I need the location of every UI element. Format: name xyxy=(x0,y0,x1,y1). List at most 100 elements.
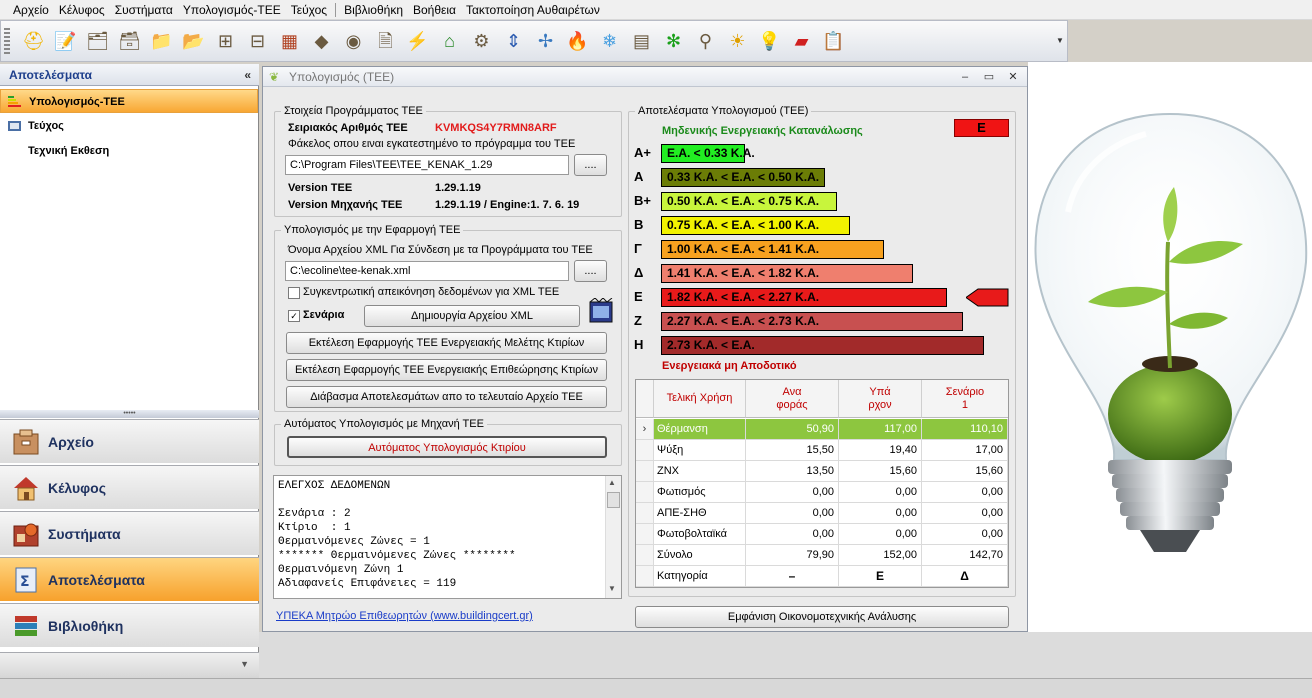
row-selector[interactable] xyxy=(636,482,654,502)
read-results-button[interactable]: Διάβασμα Αποτελεσμάτων απο το τελευταίο … xyxy=(286,386,607,408)
row-selector[interactable] xyxy=(636,440,654,460)
version-label: Version ΤΕΕ xyxy=(288,182,353,194)
menu-calc-tee[interactable]: Υπολογισμός-ΤΕΕ xyxy=(178,0,286,20)
film-icon[interactable] xyxy=(589,297,613,324)
folder-brick-icon[interactable]: 📂 xyxy=(179,27,208,56)
toolbar-overflow-icon[interactable]: ▼ xyxy=(1056,36,1064,45)
house-heat-icon[interactable]: ⌂ xyxy=(435,27,464,56)
economic-analysis-button[interactable]: Εμφάνιση Οικονομοτεχνικής Ανάλυσης xyxy=(635,606,1009,628)
log-scrollbar[interactable]: ▲ ▼ xyxy=(605,476,621,598)
panel-splitter[interactable]: ••••• xyxy=(0,410,259,418)
nav-button-systems[interactable]: Συστήματα xyxy=(0,511,259,555)
energy-chart-icon[interactable]: ▰ xyxy=(787,27,816,56)
row-selector[interactable]: › xyxy=(636,419,654,439)
row-selector[interactable] xyxy=(636,566,654,586)
menu-shell[interactable]: Κέλυφος xyxy=(54,0,110,20)
browse-xml-button[interactable]: .... xyxy=(574,260,607,282)
nav-button-label: Συστήματα xyxy=(48,526,121,542)
nav-button-library[interactable]: Βιβλιοθήκη xyxy=(0,603,259,647)
table-row[interactable]: ΖΝΧ 13,50 15,60 15,60 xyxy=(636,461,1008,482)
pylon-icon[interactable]: ⚡ xyxy=(403,27,432,56)
notepad-icon[interactable]: 📝 xyxy=(51,27,80,56)
wind-turbine-icon[interactable]: ✢ xyxy=(531,27,560,56)
chevron-down-icon[interactable]: ▼ xyxy=(240,659,249,669)
summary-checkbox[interactable] xyxy=(288,287,300,299)
run-inspection-button[interactable]: Εκτέλεση Εφαρμογής ΤΕΕ Ενεργειακής Επιθε… xyxy=(286,359,607,381)
row-selector[interactable] xyxy=(636,503,654,523)
table-cell: Κατηγορία xyxy=(654,566,746,586)
menu-help[interactable]: Βοήθεια xyxy=(408,0,461,20)
door-arrow-icon[interactable]: ⇕ xyxy=(499,27,528,56)
bulb-icon[interactable]: 💡 xyxy=(755,27,784,56)
row-selector[interactable] xyxy=(636,545,654,565)
column-header[interactable]: Υπά ρχον xyxy=(839,380,922,418)
table-cell: Ε xyxy=(839,566,922,586)
clipboard-icon[interactable]: 📋 xyxy=(819,27,848,56)
menu-booklet[interactable]: Τεύχος xyxy=(286,0,332,20)
brick-icon[interactable]: ▦ xyxy=(275,27,304,56)
fire-icon[interactable]: 🔥 xyxy=(563,27,592,56)
menu-archive[interactable]: Αρχείο xyxy=(8,0,54,20)
table-cell: 152,00 xyxy=(839,545,922,565)
close-button[interactable]: ✕ xyxy=(1003,69,1023,85)
lightbulb-plant-image xyxy=(1034,112,1308,552)
table-row[interactable]: Φωτοβολταϊκά 0,00 0,00 0,00 xyxy=(636,524,1008,545)
group-legend: Αποτελέσματα Υπολογισμού (ΤΕΕ) xyxy=(638,105,809,117)
minimize-button[interactable]: – xyxy=(955,69,975,85)
helmet-icon[interactable]: ⛑ xyxy=(19,27,48,56)
xml-file-field[interactable]: C:\ecoline\tee-kenak.xml xyxy=(285,261,569,281)
document-icon[interactable]: 🗎 xyxy=(371,27,400,56)
table-cell: 15,50 xyxy=(746,440,839,460)
nav-item-booklet[interactable]: Τεύχος xyxy=(0,114,258,138)
row-selector[interactable] xyxy=(636,524,654,544)
row-selector[interactable] xyxy=(636,461,654,481)
nav-item-calc-tee[interactable]: Υπολογισμός-ΤΕΕ xyxy=(0,89,258,113)
toolbar-grip[interactable] xyxy=(4,28,10,56)
table-cell: 0,00 xyxy=(839,482,922,502)
table-row[interactable]: Ψύξη 15,50 19,40 17,00 xyxy=(636,440,1008,461)
energy-class-letter: Η xyxy=(634,337,644,352)
data-check-log[interactable]: ΕΛΕΓΧΟΣ ΔΕΔΟΜΕΝΩΝ Σενάρια : 2 Κτίριο : 1… xyxy=(273,475,622,599)
nav-button-shell[interactable]: Κέλυφος xyxy=(0,465,259,509)
window2-icon[interactable]: ⊟ xyxy=(243,27,272,56)
stone-icon[interactable]: ◆ xyxy=(307,27,336,56)
table-row[interactable]: Σύνολο 79,90 152,00 142,70 xyxy=(636,545,1008,566)
scenario-checkbox[interactable]: ✓ xyxy=(288,310,300,322)
table-row[interactable]: Κατηγορία – Ε Δ xyxy=(636,566,1008,587)
papers-icon[interactable]: 🗂 xyxy=(83,27,112,56)
solar-icon[interactable]: ☀ xyxy=(723,27,752,56)
circle-icon[interactable]: ◉ xyxy=(339,27,368,56)
table-row[interactable]: Φωτισμός 0,00 0,00 0,00 xyxy=(636,482,1008,503)
nav-button-archive[interactable]: Αρχείο xyxy=(0,419,259,463)
browse-folder-button[interactable]: .... xyxy=(574,154,607,176)
pipe-icon[interactable]: ⚙ xyxy=(467,27,496,56)
column-header[interactable]: Τελική Χρήση xyxy=(654,380,746,418)
table-row[interactable]: ΑΠΕ-ΣΗΘ 0,00 0,00 0,00 xyxy=(636,503,1008,524)
menu-systems[interactable]: Συστήματα xyxy=(110,0,178,20)
nav-button-results[interactable]: Σ Αποτελέσματα xyxy=(0,557,259,601)
collapse-icon[interactable]: « xyxy=(244,64,251,86)
menu-library[interactable]: Βιβλιοθήκη xyxy=(339,0,408,20)
program-folder-field[interactable]: C:\Program Files\TEE\TEE_KENAK_1.29 xyxy=(285,155,569,175)
run-study-button[interactable]: Εκτέλεση Εφαρμογής ΤΕΕ Ενεργειακής Μελέτ… xyxy=(286,332,607,354)
green-snowflake-icon[interactable]: ✻ xyxy=(659,27,688,56)
menu-arbitrary[interactable]: Τακτοποίηση Αυθαιρέτων xyxy=(461,0,605,20)
maximize-button[interactable]: ▭ xyxy=(979,69,999,85)
tap-icon[interactable]: ⚲ xyxy=(691,27,720,56)
buildingcert-link[interactable]: ΥΠΕΚΑ Μητρώο Επιθεωρητών (www.buildingce… xyxy=(276,610,533,622)
table-cell: ΖΝΧ xyxy=(654,461,746,481)
table-cell: 0,00 xyxy=(922,482,1008,502)
group-legend: Υπολογισμός με την Εφαρμογή ΤΕΕ xyxy=(284,224,461,236)
table-row[interactable]: › Θέρμανση 50,90 117,00 110,10 xyxy=(636,419,1008,440)
radiator-icon[interactable]: ▤ xyxy=(627,27,656,56)
auto-calc-button[interactable]: Αυτόματος Υπολογισμός Κτιρίου xyxy=(287,436,607,458)
folder-wall-icon[interactable]: 📁 xyxy=(147,27,176,56)
create-xml-button[interactable]: Δημιουργία Αρχείου XML xyxy=(364,305,580,327)
snowflake-icon[interactable]: ❄ xyxy=(595,27,624,56)
column-header[interactable]: Σενάριο 1 xyxy=(922,380,1008,418)
nav-item-technical-report[interactable]: Τεχνική Εκθεση xyxy=(0,139,258,163)
papers2-icon[interactable]: 🗃 xyxy=(115,27,144,56)
nav-item-label: Υπολογισμός-ΤΕΕ xyxy=(29,96,125,108)
window-icon[interactable]: ⊞ xyxy=(211,27,240,56)
column-header[interactable]: Ανα φοράς xyxy=(746,380,839,418)
